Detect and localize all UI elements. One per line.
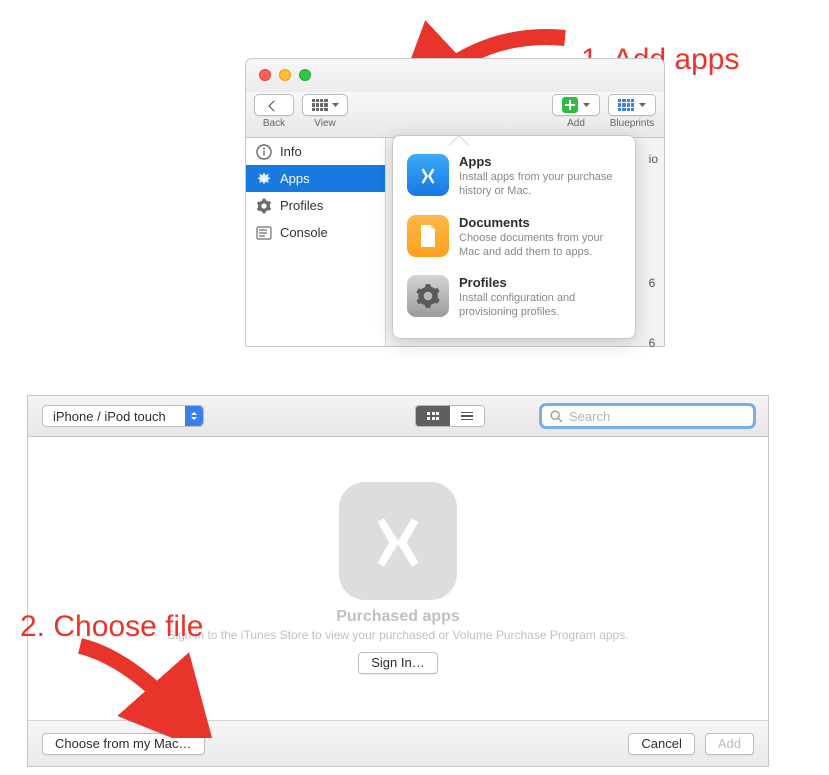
- sidebar-item-info[interactable]: Info: [246, 138, 385, 165]
- popover-item-apps[interactable]: Apps Install apps from your purchase his…: [407, 146, 621, 207]
- grid-icon: [312, 99, 328, 111]
- back-button[interactable]: [254, 94, 294, 116]
- blueprint-grid-icon: [618, 99, 634, 111]
- content-peek: io 6 6: [649, 152, 658, 410]
- blueprints-label: Blueprints: [610, 118, 654, 129]
- grid-icon: [427, 412, 439, 420]
- peek-row: 6: [649, 336, 658, 410]
- view-group: View: [302, 94, 348, 129]
- device-selector[interactable]: iPhone / iPod touch: [42, 405, 204, 427]
- blueprints-group: Blueprints: [608, 94, 656, 129]
- list-icon: [461, 412, 473, 421]
- cancel-button[interactable]: Cancel: [628, 733, 694, 755]
- popover-item-desc: Install configuration and provisioning p…: [459, 291, 621, 320]
- apps-icon: [407, 154, 449, 196]
- view-button[interactable]: [302, 94, 348, 116]
- search-field[interactable]: [541, 405, 754, 427]
- add-label: Add: [567, 118, 585, 129]
- sidebar-item-console[interactable]: Console: [246, 219, 385, 246]
- device-selector-label: iPhone / iPod touch: [53, 409, 166, 424]
- sidebar-item-label: Apps: [280, 171, 310, 186]
- popover-item-profiles[interactable]: Profiles Install configuration and provi…: [407, 267, 621, 328]
- add-group: Add: [552, 94, 600, 129]
- titlebar: [245, 58, 665, 92]
- sidebar-item-label: Console: [280, 225, 328, 240]
- annotation-step2: 2. Choose file: [20, 610, 203, 644]
- sidebar-item-label: Profiles: [280, 198, 323, 213]
- search-input[interactable]: [569, 409, 745, 424]
- gear-icon: [407, 275, 449, 317]
- chevron-down-icon: [639, 103, 646, 108]
- popover-item-title: Documents: [459, 215, 621, 230]
- view-segmented: [415, 405, 485, 427]
- blueprints-button[interactable]: [608, 94, 656, 116]
- document-icon: [407, 215, 449, 257]
- popover-item-desc: Install apps from your purchase history …: [459, 170, 621, 199]
- empty-title: Purchased apps: [336, 608, 460, 626]
- back-label: Back: [263, 118, 285, 129]
- chevron-down-icon: [332, 103, 339, 108]
- peek-row: 6: [649, 276, 658, 336]
- close-button[interactable]: [259, 69, 271, 81]
- plus-icon: [562, 97, 578, 113]
- sidebar: Info Apps Profiles Console: [246, 138, 386, 346]
- gear-icon: [256, 198, 272, 214]
- add-popover: Apps Install apps from your purchase his…: [392, 135, 636, 339]
- info-icon: [256, 144, 272, 160]
- grid-view-button[interactable]: [416, 406, 450, 426]
- popover-item-documents[interactable]: Documents Choose documents from your Mac…: [407, 207, 621, 268]
- search-icon: [550, 410, 563, 423]
- arrow-icon: [70, 638, 250, 738]
- sidebar-item-apps[interactable]: Apps: [246, 165, 385, 192]
- zoom-button[interactable]: [299, 69, 311, 81]
- traffic-lights: [259, 69, 311, 81]
- console-icon: [256, 225, 272, 241]
- add-button[interactable]: Add: [705, 733, 754, 755]
- chevron-left-icon: [270, 98, 278, 113]
- sidebar-item-label: Info: [280, 144, 302, 159]
- view-label: View: [314, 118, 336, 129]
- minimize-button[interactable]: [279, 69, 291, 81]
- popup-arrows-icon: [185, 406, 203, 426]
- apps-icon: [256, 171, 272, 187]
- popover-item-title: Apps: [459, 154, 621, 169]
- back-group: Back: [254, 94, 294, 129]
- appstore-placeholder-icon: [339, 482, 457, 600]
- list-view-button[interactable]: [450, 406, 484, 426]
- add-button[interactable]: [552, 94, 600, 116]
- sidebar-item-profiles[interactable]: Profiles: [246, 192, 385, 219]
- popover-item-desc: Choose documents from your Mac and add t…: [459, 231, 621, 260]
- peek-row: io: [649, 152, 658, 166]
- popover-item-title: Profiles: [459, 275, 621, 290]
- sign-in-button[interactable]: Sign In…: [358, 652, 437, 674]
- chevron-down-icon: [583, 103, 590, 108]
